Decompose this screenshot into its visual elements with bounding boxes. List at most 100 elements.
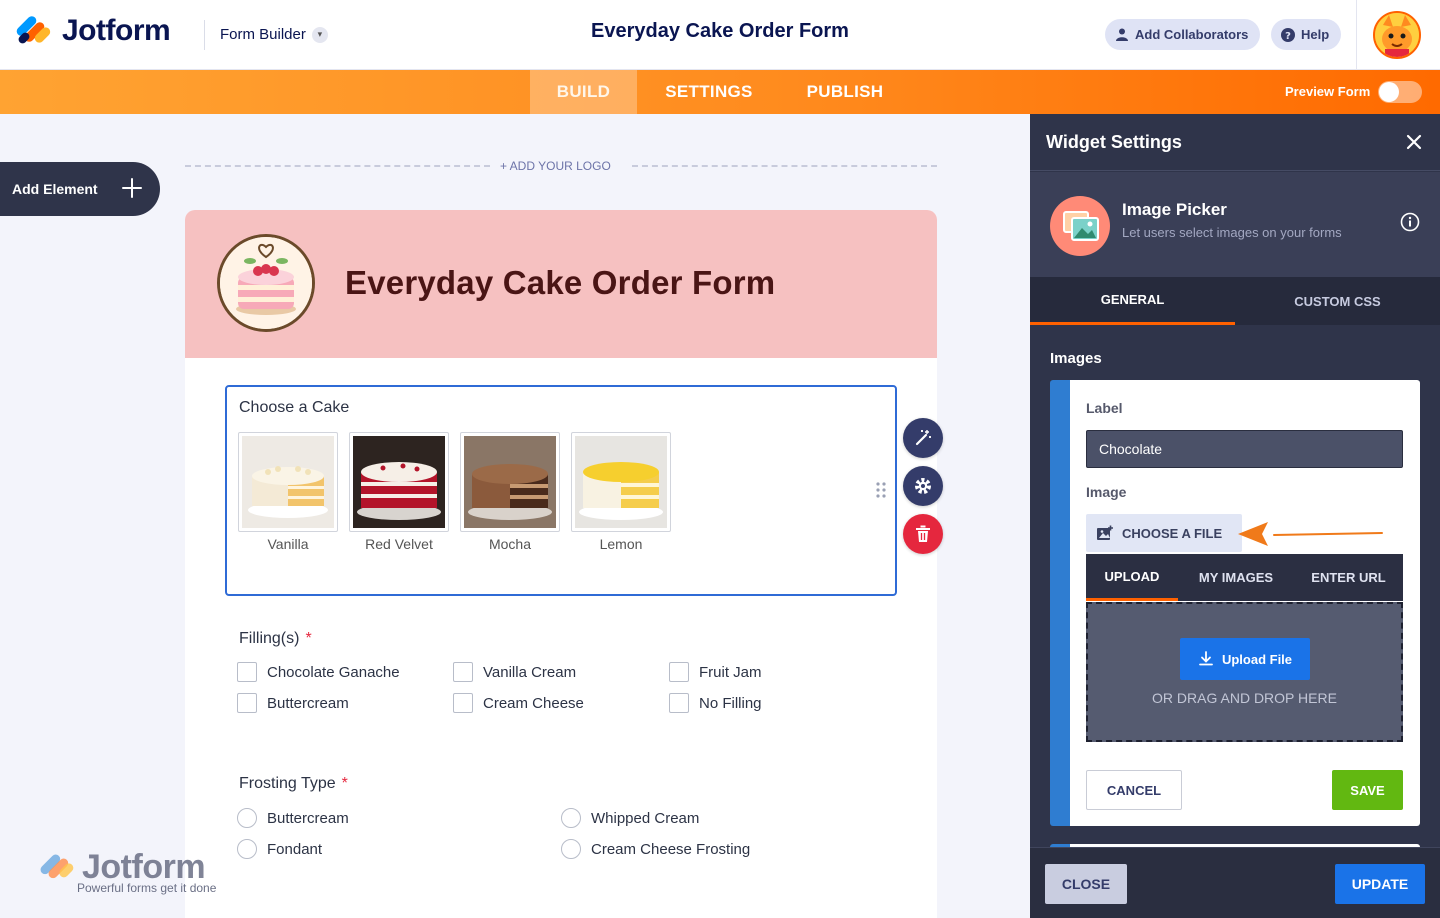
image-option-caption: Lemon: [599, 536, 643, 552]
frosting-option-whipped-cream[interactable]: Whipped Cream: [561, 808, 699, 828]
frosting-option-buttercream[interactable]: Buttercream: [237, 808, 349, 828]
tab-general[interactable]: GENERAL: [1030, 277, 1235, 325]
filling-option-chocolate-ganache[interactable]: Chocolate Ganache: [237, 662, 400, 682]
add-element-button[interactable]: Add Element: [0, 162, 160, 216]
avatar[interactable]: [1373, 11, 1421, 59]
radio[interactable]: [237, 839, 257, 859]
preview-form-toggle[interactable]: [1378, 81, 1422, 103]
picker-label[interactable]: Choose a Cake: [239, 399, 349, 417]
image-option-vanilla[interactable]: Vanilla: [238, 432, 338, 552]
frosting-option-cream-cheese-frosting[interactable]: Cream Cheese Frosting: [561, 839, 750, 859]
tab-custom-css[interactable]: CUSTOM CSS: [1235, 277, 1440, 325]
checkbox[interactable]: [237, 693, 257, 713]
option-label: Cream Cheese Frosting: [591, 840, 751, 858]
filling-option-cream-cheese[interactable]: Cream Cheese: [453, 693, 584, 713]
label-input[interactable]: Chocolate: [1086, 430, 1403, 468]
panel-title: Widget Settings: [1046, 132, 1182, 152]
watermark-tagline: Powerful forms get it done: [77, 881, 217, 895]
image-picker-field[interactable]: Choose a Cake Vanilla Red Velvet Mocha L…: [225, 385, 897, 596]
file-dropzone[interactable]: Upload File OR DRAG AND DROP HERE: [1086, 602, 1403, 742]
upload-file-button[interactable]: Upload File: [1180, 638, 1310, 680]
option-label: No Filling: [699, 694, 762, 712]
images-section-label: Images: [1050, 350, 1102, 367]
radio[interactable]: [561, 808, 581, 828]
filling-option-fruit-jam[interactable]: Fruit Jam: [669, 662, 762, 682]
form-builder-label: Form Builder: [220, 26, 306, 43]
option-label: Buttercream: [267, 694, 349, 712]
add-logo-link[interactable]: + ADD YOUR LOGO: [500, 159, 611, 173]
filling-option-no-filling[interactable]: No Filling: [669, 693, 762, 713]
required-mark: *: [305, 630, 312, 647]
mocha-cake-image: [464, 436, 556, 528]
required-mark: *: [341, 775, 348, 792]
upload-file-label: Upload File: [1221, 651, 1293, 667]
jotform-logo[interactable]: Jotform: [14, 14, 171, 48]
cancel-button[interactable]: CANCEL: [1086, 770, 1182, 810]
tab-publish[interactable]: PUBLISH: [790, 70, 900, 114]
image-option-mocha[interactable]: Mocha: [460, 432, 560, 552]
delete-tool-button[interactable]: [903, 514, 943, 554]
header-divider: [204, 20, 205, 50]
tab-enter-url[interactable]: ENTER URL: [1296, 554, 1401, 601]
image-frame: [460, 432, 560, 532]
fillings-label[interactable]: Filling(s) *: [239, 630, 312, 648]
image-option-caption: Mocha: [488, 536, 532, 552]
frosting-label[interactable]: Frosting Type *: [239, 775, 348, 793]
radio[interactable]: [237, 808, 257, 828]
tab-build[interactable]: BUILD: [530, 70, 637, 114]
lemon-cake-image: [575, 436, 667, 528]
save-button[interactable]: SAVE: [1332, 770, 1403, 810]
checkbox[interactable]: [453, 662, 473, 682]
info-icon[interactable]: [1400, 212, 1420, 232]
checkbox[interactable]: [237, 662, 257, 682]
drag-drop-text: OR DRAG AND DROP HERE: [1152, 690, 1337, 706]
image-field-label: Image: [1086, 484, 1127, 500]
option-label: Whipped Cream: [591, 809, 700, 827]
image-option-red-velvet[interactable]: Red Velvet: [349, 432, 449, 552]
form-builder-menu[interactable]: Form Builder ▾: [220, 26, 328, 43]
logo-dashed-line-right: [632, 165, 937, 167]
close-icon[interactable]: [1404, 132, 1424, 152]
wand-tool-button[interactable]: [903, 418, 943, 458]
widget-settings-panel: Widget Settings Image Picker Let users s…: [1030, 114, 1440, 918]
widget-description: Let users select images on your forms: [1122, 225, 1342, 240]
form-title[interactable]: Everyday Cake Order Form: [345, 264, 775, 302]
vanilla-cake-image: [242, 436, 334, 528]
gear-icon: [915, 478, 931, 494]
checkbox[interactable]: [453, 693, 473, 713]
frosting-option-fondant[interactable]: Fondant: [237, 839, 322, 859]
option-label: Chocolate Ganache: [267, 663, 400, 681]
frosting-label-text: Frosting Type: [239, 775, 336, 792]
radio[interactable]: [561, 839, 581, 859]
drag-handle-icon[interactable]: [876, 482, 886, 498]
tab-settings[interactable]: SETTINGS: [645, 70, 773, 114]
tab-my-images[interactable]: MY IMAGES: [1186, 554, 1286, 601]
option-label: Fruit Jam: [699, 663, 762, 681]
widget-info: Image Picker Let users select images on …: [1030, 172, 1440, 277]
option-label: Buttercream: [267, 809, 349, 827]
add-collaborators-button[interactable]: Add Collaborators: [1105, 19, 1261, 50]
image-item-card: Label Chocolate Image CHOOSE A FILE UPLO…: [1050, 380, 1420, 826]
image-frame: [571, 432, 671, 532]
checkbox[interactable]: [669, 693, 689, 713]
help-label: Help: [1301, 27, 1330, 42]
jotform-logo-icon: [14, 14, 53, 48]
settings-tool-button[interactable]: [903, 466, 943, 506]
checkbox[interactable]: [669, 662, 689, 682]
choose-file-label: CHOOSE A FILE: [1122, 525, 1223, 541]
trash-icon: [916, 525, 930, 542]
close-button[interactable]: CLOSE: [1045, 864, 1127, 904]
filling-option-buttercream[interactable]: Buttercream: [237, 693, 349, 713]
red-velvet-cake-image: [353, 436, 445, 528]
tab-upload[interactable]: UPLOAD: [1086, 554, 1178, 601]
choose-file-button[interactable]: CHOOSE A FILE: [1086, 514, 1242, 552]
magic-wand-icon: [915, 430, 931, 446]
jotform-watermark-icon: [40, 854, 74, 878]
filling-option-vanilla-cream[interactable]: Vanilla Cream: [453, 662, 576, 682]
update-button[interactable]: UPDATE: [1335, 864, 1425, 904]
preview-form-label: Preview Form: [1285, 84, 1371, 99]
image-option-lemon[interactable]: Lemon: [571, 432, 671, 552]
help-button[interactable]: ? Help: [1271, 19, 1342, 50]
option-label: Fondant: [267, 840, 323, 858]
image-picker-icon: [1050, 196, 1110, 256]
